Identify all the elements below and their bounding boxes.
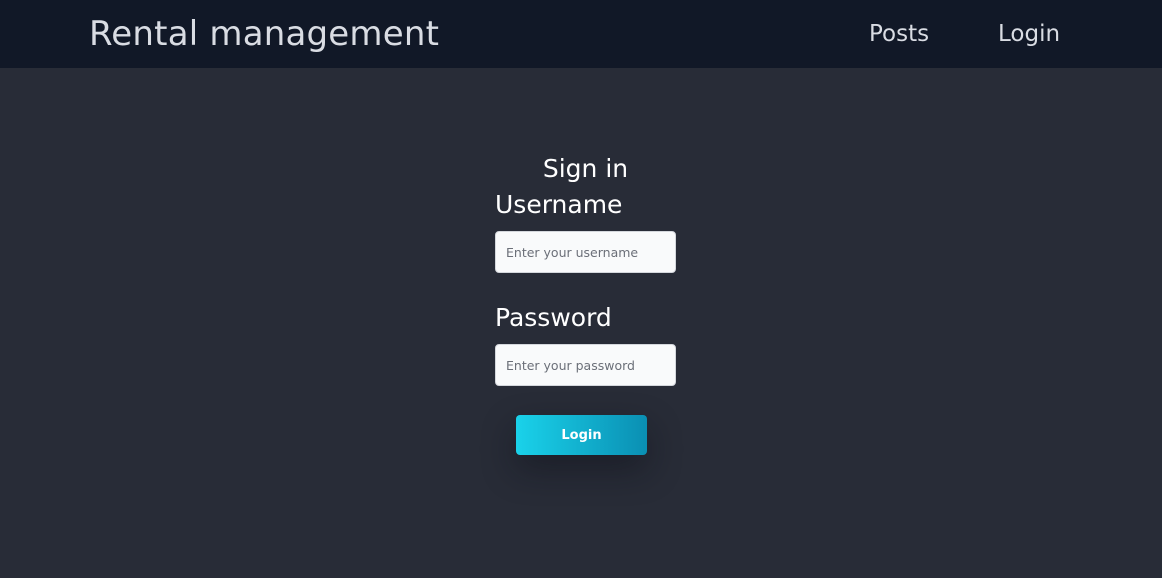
- login-button[interactable]: Login: [516, 415, 647, 455]
- top-navbar: Rental management Posts Login: [0, 0, 1162, 68]
- username-input[interactable]: [495, 231, 676, 273]
- brand-title[interactable]: Rental management: [89, 13, 439, 55]
- password-label: Password: [495, 303, 612, 332]
- password-input[interactable]: [495, 344, 676, 386]
- signin-heading: Sign in: [542, 154, 629, 183]
- nav-link-posts[interactable]: Posts: [869, 18, 929, 50]
- nav-link-login[interactable]: Login: [998, 18, 1060, 50]
- username-label: Username: [495, 190, 623, 219]
